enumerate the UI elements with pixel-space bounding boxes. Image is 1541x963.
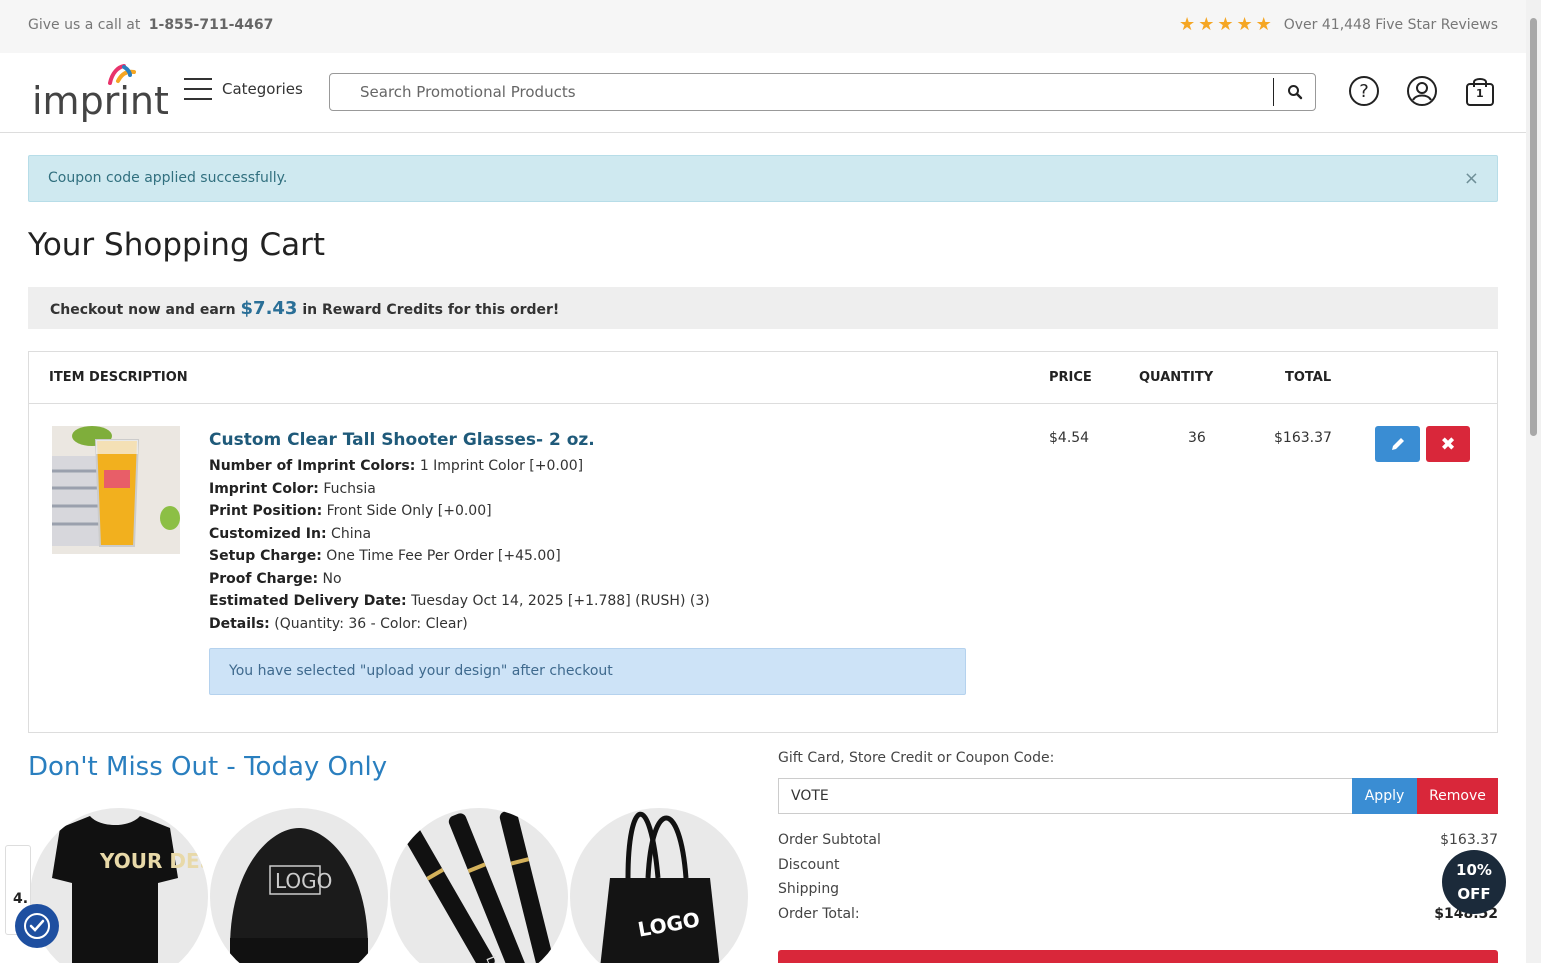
help-icon: ? [1349,76,1379,106]
page-title: Your Shopping Cart [28,227,326,263]
search-input[interactable] [330,74,1270,110]
categories-menu[interactable]: Categories [184,78,303,100]
item-total: $163.37 [1274,430,1332,446]
discount-badge[interactable]: 10% OFF [1442,850,1506,914]
item-quantity: 36 [1188,430,1206,446]
close-icon: ✖ [1440,433,1456,455]
promo-product-pens[interactable]: LOGO [390,808,568,963]
pens-image: LOGO [403,810,556,963]
reward-amount: $7.43 [240,298,298,319]
call-info: Give us a call at 1-855-711-4467 [28,17,273,33]
shipping-row: Shipping [778,881,1498,897]
reviews-summary[interactable]: ★ ★ ★ ★ ★ Over 41,448 Five Star Reviews [1179,16,1498,34]
order-subtotal-row: Order Subtotal $163.37 [778,832,1498,848]
categories-label: Categories [222,80,303,98]
tote-bag-image: LOGO [600,811,720,963]
phone-link[interactable]: 1-855-711-4467 [149,17,274,33]
help-button[interactable]: ? [1348,75,1380,107]
remove-item-button[interactable]: ✖ [1426,426,1470,462]
discount-label: Discount [778,857,840,873]
coupon-input[interactable] [778,778,1353,814]
column-item-description: ITEM DESCRIPTION [49,370,188,385]
site-header: imprint Categories ? 1 [0,53,1526,133]
subtotal-value: $163.37 [1440,832,1498,848]
upload-design-notice: You have selected "upload your design" a… [209,648,966,695]
page-scrollbar[interactable] [1526,0,1541,963]
logo-text: imprint [32,79,169,123]
star-icon: ★ [1179,14,1196,35]
user-icon [1407,76,1437,106]
scrollbar-thumb[interactable] [1530,18,1537,436]
spec-row: Setup Charge: One Time Fee Per Order [+4… [209,548,561,564]
pencil-icon [1391,438,1404,450]
coupon-label: Gift Card, Store Credit or Coupon Code: [778,750,1055,766]
coupon-success-alert: Coupon code applied successfully. × [28,155,1498,202]
shooter-glass-image [52,426,180,554]
promo-product-tshirt[interactable]: YOUR DESIGN HERE [30,808,208,963]
spec-row: Imprint Color: Fuchsia [209,480,376,497]
reward-prefix: Checkout now and earn [50,302,236,318]
promo-product-tote[interactable]: LOGO [570,808,748,963]
column-price: PRICE [1049,370,1092,385]
checkout-button[interactable] [778,950,1498,963]
item-price: $4.54 [1049,430,1090,446]
cart-button[interactable]: 1 [1464,75,1496,107]
site-logo[interactable]: imprint [32,63,169,123]
search-icon [1287,85,1302,100]
spec-row: Details: (Quantity: 36 - Color: Clear) [209,615,468,632]
reward-text: Checkout now and earn $7.43 in Reward Cr… [50,298,559,319]
spec-row: Proof Charge: No [209,570,342,587]
accessibility-icon [24,913,50,939]
shipping-label: Shipping [778,881,840,897]
cap-label: LOGO [275,869,332,893]
reviews-text: Over 41,448 Five Star Reviews [1283,17,1498,33]
spec-row: Estimated Delivery Date: Tuesday Oct 14,… [209,593,710,609]
close-icon[interactable]: × [1464,168,1479,189]
product-name-link[interactable]: Custom Clear Tall Shooter Glasses- 2 oz. [209,430,595,450]
badge-line-2: OFF [1457,885,1491,903]
tshirt-label: YOUR DESIGN HERE [99,849,208,873]
reward-banner: Checkout now and earn $7.43 in Reward Cr… [28,287,1498,329]
accessibility-button[interactable] [15,904,59,948]
notice-text: You have selected "upload your design" a… [229,663,613,679]
spec-row: Print Position: Front Side Only [+0.00] [209,503,492,519]
cart-table: ITEM DESCRIPTION PRICE QUANTITY TOTAL Cu… [28,351,1498,733]
order-total-row: Order Total: $148.52 [778,906,1498,922]
alert-message: Coupon code applied successfully. [48,170,288,186]
reward-suffix: in Reward Credits for this order! [302,302,560,318]
cap-image: LOGO [230,828,368,963]
product-thumbnail[interactable] [52,426,180,554]
star-icon: ★ [1198,14,1215,35]
star-icon: ★ [1236,14,1253,35]
spec-row: Customized In: China [209,525,372,542]
apply-coupon-button[interactable]: Apply [1352,778,1417,814]
total-label: Order Total: [778,906,860,922]
hamburger-icon [184,78,212,100]
star-icon: ★ [1255,14,1272,35]
top-bar: Give us a call at 1-855-711-4467 ★ ★ ★ ★… [0,0,1526,53]
tshirt-image: YOUR DESIGN HERE [52,816,208,963]
spec-row: Number of Imprint Colors: 1 Imprint Colo… [209,458,584,474]
call-text: Give us a call at [28,17,141,33]
product-specs: Number of Imprint Colors: 1 Imprint Colo… [209,455,710,635]
svg-text:?: ? [1359,81,1369,102]
rating-tab-text: 4. [13,891,29,907]
account-button[interactable] [1406,75,1438,107]
cart-count: 1 [1476,87,1484,100]
subtotal-label: Order Subtotal [778,832,881,848]
cart-table-header: ITEM DESCRIPTION PRICE QUANTITY TOTAL [29,352,1497,404]
promo-heading: Don't Miss Out - Today Only [28,752,388,782]
star-icon: ★ [1217,14,1234,35]
star-rating: ★ ★ ★ ★ ★ [1179,16,1272,34]
search-button[interactable] [1273,78,1315,106]
column-quantity: QUANTITY [1139,370,1214,385]
badge-line-1: 10% [1456,861,1492,879]
remove-coupon-button[interactable]: Remove [1417,778,1498,814]
promo-product-cap[interactable]: LOGO [210,808,388,963]
edit-item-button[interactable] [1375,426,1420,462]
search-bar [329,73,1316,111]
discount-row: Discount [778,857,1498,873]
column-total: TOTAL [1285,370,1332,385]
